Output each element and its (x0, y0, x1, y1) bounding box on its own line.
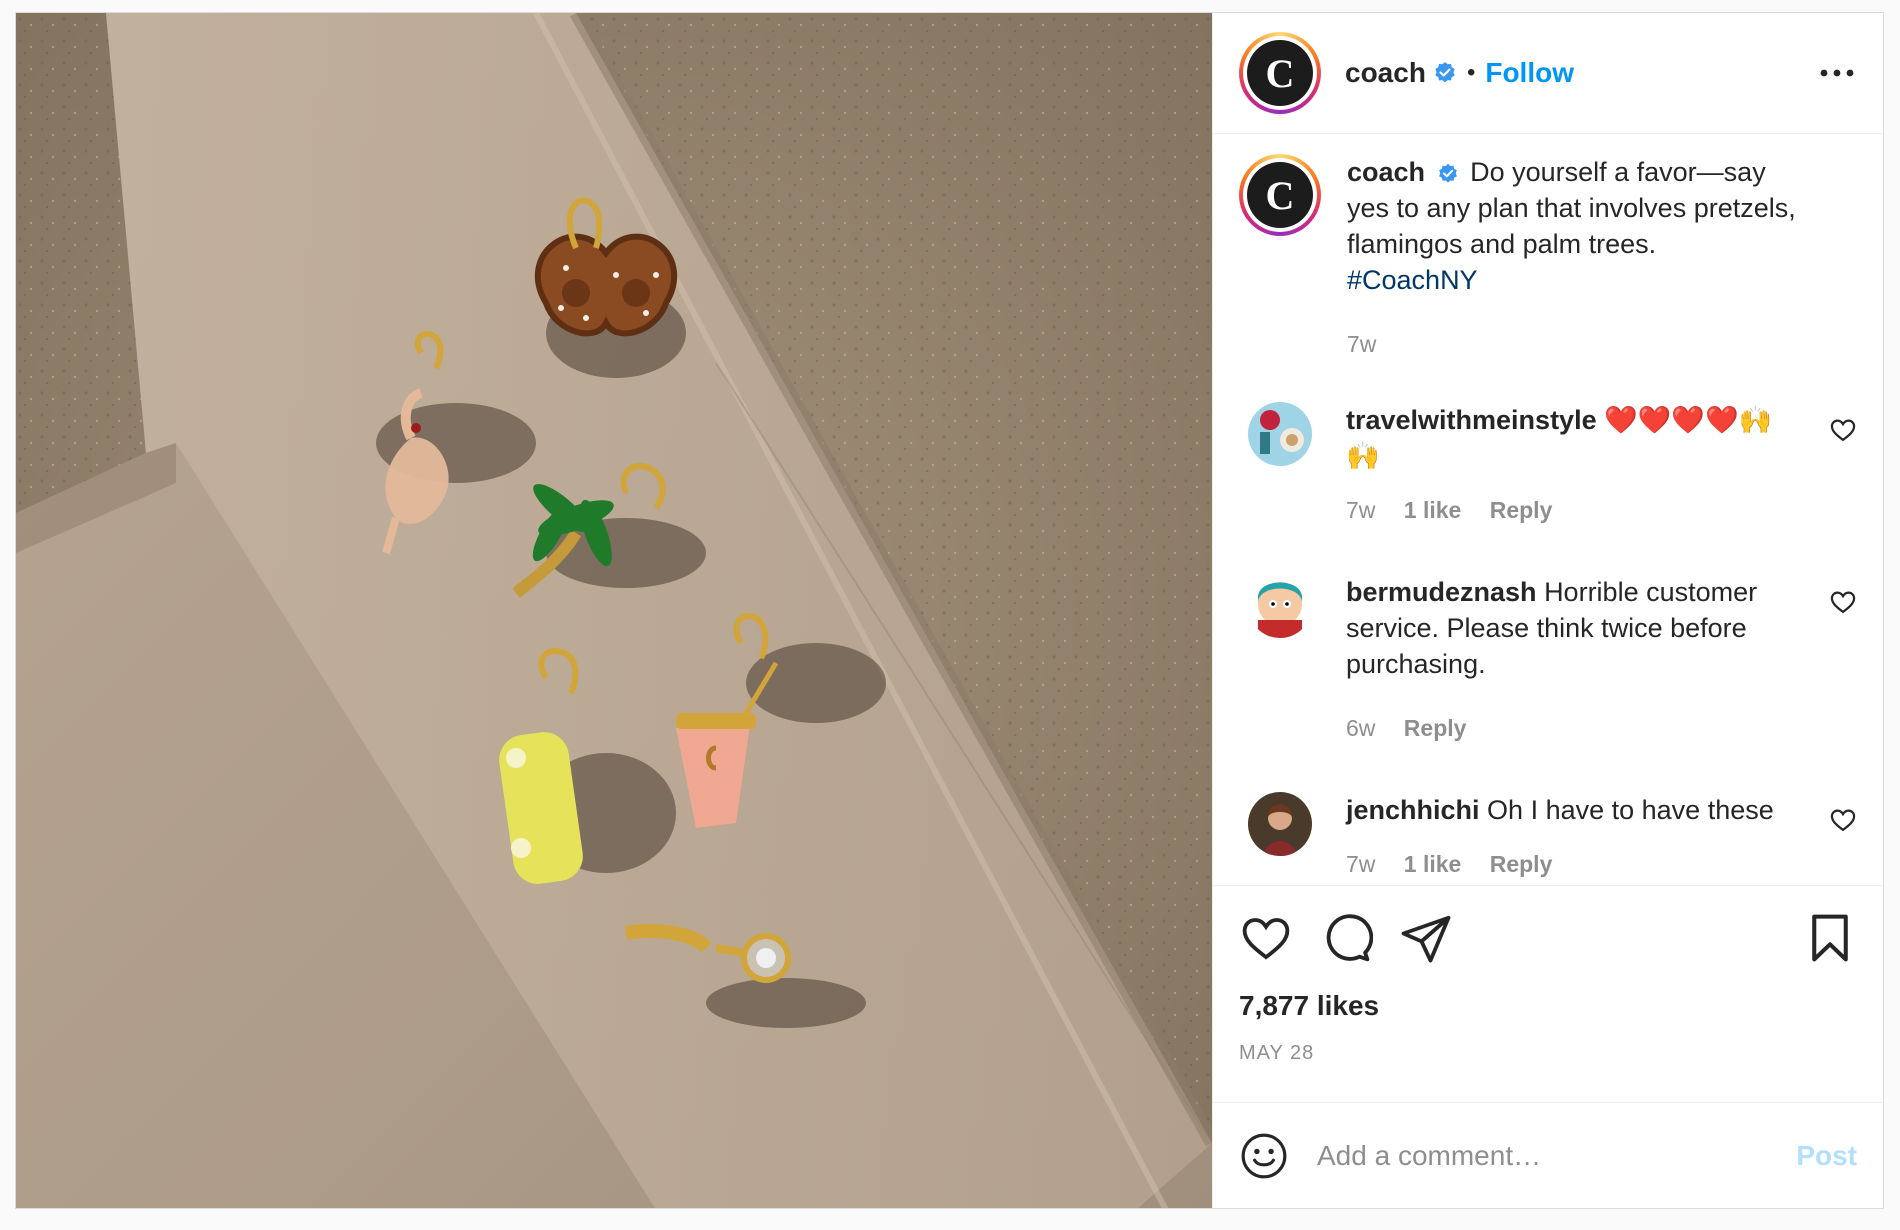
post-photo[interactable] (16, 13, 1212, 1208)
post-sidebar: C coach • Follow C coach Do yourself a f… (1212, 13, 1883, 1208)
avatar[interactable]: C (1239, 32, 1321, 114)
coach-logo-icon: C (1247, 40, 1313, 106)
comment-time[interactable]: 7w (1346, 851, 1375, 877)
verified-badge-icon (1438, 163, 1457, 183)
post-actions (1213, 886, 1883, 990)
comment-time[interactable]: 6w (1346, 715, 1375, 741)
commenter-avatar[interactable] (1248, 402, 1312, 466)
comment-item: jenchhichi Oh I have to have these 7w 1 … (1239, 792, 1857, 882)
likes-count[interactable]: 7,877 likes (1213, 990, 1883, 1022)
emoji-icon[interactable] (1239, 1131, 1289, 1181)
earring-charms-photo (16, 13, 1212, 1208)
comment-username[interactable]: jenchhichi (1346, 795, 1480, 825)
instagram-post: C coach • Follow C coach Do yourself a f… (15, 12, 1884, 1209)
coach-logo-icon: C (1247, 162, 1313, 228)
reply-button[interactable]: Reply (1404, 715, 1467, 741)
verified-badge-icon (1435, 62, 1455, 83)
caption-avatar[interactable]: C (1239, 154, 1321, 236)
comment-composer: Post (1213, 1102, 1883, 1208)
caption-time[interactable]: 7w (1347, 331, 1376, 357)
more-options-icon[interactable] (1817, 53, 1857, 93)
comment-username[interactable]: travelwithmeinstyle (1346, 405, 1597, 435)
caption: C coach Do yourself a favor—say yes to a… (1239, 154, 1857, 362)
comment-input[interactable] (1317, 1139, 1797, 1172)
post-date: MAY 28 (1239, 1042, 1315, 1064)
comment-text: Oh I have to have these (1487, 795, 1774, 825)
commenter-avatar[interactable] (1248, 792, 1312, 856)
comment-likes[interactable]: 1 like (1404, 497, 1462, 523)
post-comment-button[interactable]: Post (1796, 1140, 1857, 1172)
commenter-avatar[interactable] (1248, 574, 1312, 638)
reply-button[interactable]: Reply (1490, 497, 1553, 523)
comment-heart-icon[interactable] (1829, 416, 1857, 444)
comment-time[interactable]: 7w (1346, 497, 1375, 523)
caption-username[interactable]: coach (1347, 157, 1425, 187)
header-separator: • (1466, 59, 1476, 86)
comment-item: bermudeznash Horrible customer service. … (1239, 574, 1857, 746)
reply-button[interactable]: Reply (1490, 851, 1553, 877)
comment-item: travelwithmeinstyle ❤️❤️❤️❤️🙌🙌 7w 1 like… (1239, 402, 1857, 528)
header-username[interactable]: coach (1345, 57, 1426, 89)
hashtag-link[interactable]: #CoachNY (1347, 265, 1478, 295)
share-icon[interactable] (1399, 911, 1453, 965)
comment-heart-icon[interactable] (1829, 588, 1857, 616)
comments-section[interactable]: C coach Do yourself a favor—say yes to a… (1213, 134, 1883, 886)
bookmark-icon[interactable] (1803, 911, 1857, 965)
post-header: C coach • Follow (1213, 13, 1883, 134)
comment-icon[interactable] (1319, 911, 1374, 965)
comment-username[interactable]: bermudeznash (1346, 577, 1537, 607)
comment-likes[interactable]: 1 like (1404, 851, 1462, 877)
comment-heart-icon[interactable] (1829, 806, 1857, 834)
follow-button[interactable]: Follow (1485, 57, 1574, 89)
heart-icon[interactable] (1239, 911, 1293, 965)
